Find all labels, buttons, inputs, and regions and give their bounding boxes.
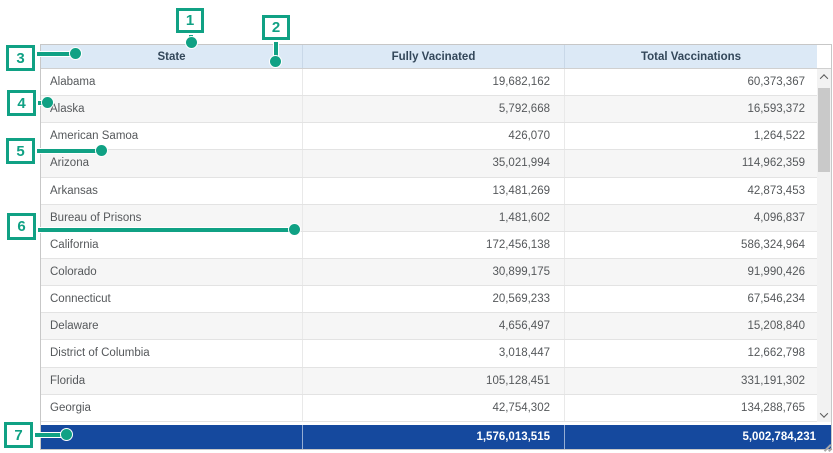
- column-header-state[interactable]: State: [41, 45, 303, 68]
- total-vaccinations-cell: 1,264,522: [565, 123, 817, 149]
- fully-vaccinated-cell: 30,899,175: [303, 259, 565, 285]
- total-vaccinations-cell: 67,546,234: [565, 286, 817, 312]
- callout-6-dot: [289, 224, 300, 235]
- callout-1-dot: [186, 37, 197, 48]
- callout-2-label: 2: [272, 19, 280, 36]
- table-row[interactable]: Arkansas 13,481,269 42,873,453: [41, 178, 817, 205]
- state-cell: Alabama: [41, 69, 303, 95]
- state-cell: Florida: [41, 368, 303, 394]
- vaccination-data-table: State Fully Vacinated Total Vaccinations…: [40, 44, 832, 450]
- total-vaccinations-cell: 114,962,359: [565, 150, 817, 176]
- callout-5-dot: [96, 145, 107, 156]
- fully-vaccinated-cell: 4,656,497: [303, 313, 565, 339]
- resize-grip-icon[interactable]: [823, 443, 832, 451]
- chevron-up-icon: [820, 74, 828, 82]
- callout-3-connector: [33, 52, 73, 56]
- table-row[interactable]: Colorado 30,899,175 91,990,426: [41, 259, 817, 286]
- header-scrollbar-gutter: [817, 45, 831, 68]
- table-row[interactable]: Arizona 35,021,994 114,962,359: [41, 150, 817, 177]
- totals-state-cell: [41, 425, 303, 449]
- table-row[interactable]: American Samoa 426,070 1,264,522: [41, 123, 817, 150]
- fully-vaccinated-cell: 20,569,233: [303, 286, 565, 312]
- state-cell: Connecticut: [41, 286, 303, 312]
- table-row[interactable]: District of Columbia 3,018,447 12,662,79…: [41, 340, 817, 367]
- totals-total-vaccinations-cell: 5,002,784,231: [565, 425, 831, 449]
- callout-5-label: 5: [16, 143, 24, 160]
- table-row[interactable]: Georgia 42,754,302 134,288,765: [41, 395, 817, 422]
- column-header-fully-vaccinated[interactable]: Fully Vacinated: [303, 45, 565, 68]
- callout-1-box: 1: [176, 8, 204, 33]
- state-cell: Arizona: [41, 150, 303, 176]
- callout-2-dot: [270, 56, 281, 67]
- callout-3-label: 3: [16, 50, 24, 67]
- callout-5-connector: [33, 149, 99, 153]
- callout-1-label: 1: [186, 12, 194, 29]
- totals-fully-vaccinated-cell: 1,576,013,515: [303, 425, 565, 449]
- total-vaccinations-cell: 12,662,798: [565, 340, 817, 366]
- total-vaccinations-cell: 331,191,302: [565, 368, 817, 394]
- fully-vaccinated-cell: 19,682,162: [303, 69, 565, 95]
- table-header-row: State Fully Vacinated Total Vaccinations: [41, 45, 831, 69]
- total-vaccinations-cell: 42,873,453: [565, 178, 817, 204]
- table-body: Alabama 19,682,162 60,373,367 Alaska 5,7…: [41, 69, 817, 422]
- table-row[interactable]: Delaware 4,656,497 15,208,840: [41, 313, 817, 340]
- chevron-down-icon: [820, 409, 828, 417]
- table-row[interactable]: Alaska 5,792,668 16,593,372: [41, 96, 817, 123]
- fully-vaccinated-cell: 105,128,451: [303, 368, 565, 394]
- total-vaccinations-cell: 91,990,426: [565, 259, 817, 285]
- callout-7-dot: [61, 429, 72, 440]
- callout-3-box: 3: [6, 45, 35, 71]
- callout-6-box: 6: [7, 213, 36, 240]
- callout-3-dot: [70, 48, 81, 59]
- state-cell: Colorado: [41, 259, 303, 285]
- totals-row: 1,576,013,515 5,002,784,231: [41, 425, 831, 449]
- table-row[interactable]: Florida 105,128,451 331,191,302: [41, 368, 817, 395]
- fully-vaccinated-cell: 426,070: [303, 123, 565, 149]
- callout-4-box: 4: [7, 90, 36, 116]
- total-vaccinations-cell: 60,373,367: [565, 69, 817, 95]
- scrollbar-thumb[interactable]: [818, 88, 830, 172]
- state-cell: American Samoa: [41, 123, 303, 149]
- callout-4-dot: [42, 97, 53, 108]
- fully-vaccinated-cell: 13,481,269: [303, 178, 565, 204]
- page: State Fully Vacinated Total Vaccinations…: [0, 0, 833, 453]
- table-row[interactable]: California 172,456,138 586,324,964: [41, 232, 817, 259]
- fully-vaccinated-cell: 35,021,994: [303, 150, 565, 176]
- grip-line: [828, 447, 832, 451]
- callout-2-connector: [274, 38, 278, 58]
- callout-6-connector: [34, 228, 292, 232]
- table-row[interactable]: Connecticut 20,569,233 67,546,234: [41, 286, 817, 313]
- callout-6-label: 6: [17, 218, 25, 235]
- state-cell: California: [41, 232, 303, 258]
- state-cell: Arkansas: [41, 178, 303, 204]
- total-vaccinations-cell: 586,324,964: [565, 232, 817, 258]
- scrollbar-down-button[interactable]: [817, 407, 831, 422]
- callout-7-label: 7: [14, 427, 22, 444]
- total-vaccinations-cell: 134,288,765: [565, 395, 817, 421]
- fully-vaccinated-cell: 1,481,602: [303, 205, 565, 231]
- state-cell: District of Columbia: [41, 340, 303, 366]
- total-vaccinations-cell: 16,593,372: [565, 96, 817, 122]
- state-cell: Bureau of Prisons: [41, 205, 303, 231]
- state-cell: Delaware: [41, 313, 303, 339]
- column-header-total-vaccinations[interactable]: Total Vaccinations: [565, 45, 817, 68]
- state-cell: Alaska: [41, 96, 303, 122]
- total-vaccinations-cell: 15,208,840: [565, 313, 817, 339]
- callout-7-box: 7: [4, 422, 33, 448]
- fully-vaccinated-cell: 172,456,138: [303, 232, 565, 258]
- scrollbar-up-button[interactable]: [817, 69, 831, 84]
- callout-5-box: 5: [6, 138, 35, 164]
- callout-2-box: 2: [262, 15, 290, 40]
- fully-vaccinated-cell: 5,792,668: [303, 96, 565, 122]
- total-vaccinations-cell: 4,096,837: [565, 205, 817, 231]
- vertical-scrollbar[interactable]: [817, 69, 831, 422]
- callout-7-connector: [31, 433, 64, 437]
- state-cell: Georgia: [41, 395, 303, 421]
- table-row[interactable]: Alabama 19,682,162 60,373,367: [41, 69, 817, 96]
- callout-4-label: 4: [17, 95, 25, 112]
- fully-vaccinated-cell: 42,754,302: [303, 395, 565, 421]
- fully-vaccinated-cell: 3,018,447: [303, 340, 565, 366]
